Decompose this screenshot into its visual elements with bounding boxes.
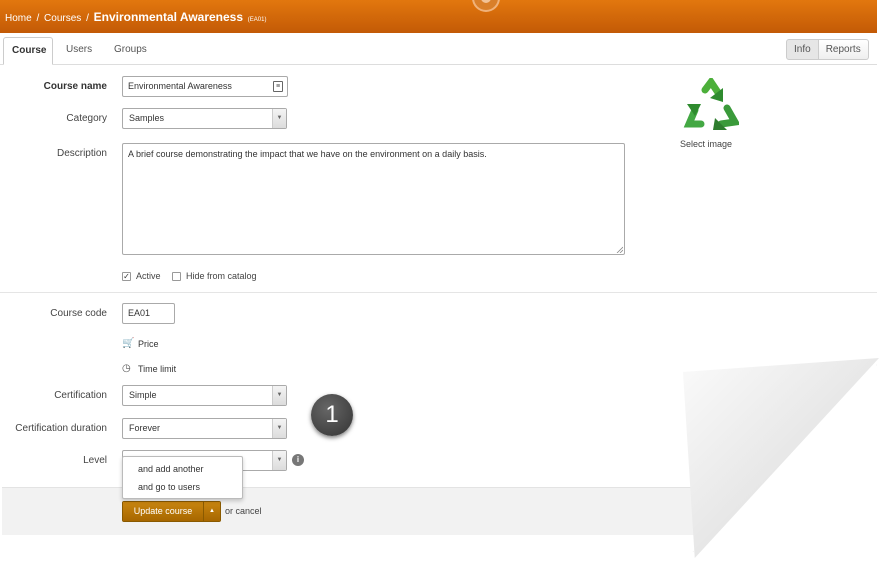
breadcrumb-courses[interactable]: Courses [44, 13, 81, 24]
checkbox-checked-icon: ✓ [122, 271, 131, 281]
description-value: A brief course demonstrating the impact … [128, 149, 487, 159]
section-divider [0, 292, 877, 293]
menu-item-add-another[interactable]: and add another [138, 464, 204, 474]
course-code-label: Course code [50, 308, 107, 319]
view-toggle-group: Info Reports [786, 39, 869, 60]
course-code-input[interactable]: EA01 [122, 303, 175, 324]
tab-users[interactable]: Users [58, 37, 100, 65]
category-value: Samples [129, 113, 165, 123]
certification-label: Certification [54, 390, 107, 401]
info-icon[interactable]: i [292, 454, 304, 466]
tab-course[interactable]: Course [3, 37, 53, 65]
tab-groups[interactable]: Groups [106, 37, 155, 65]
time-limit-toggle[interactable]: ◷ Time limit [122, 363, 176, 374]
select-image-link[interactable]: Select image [680, 139, 732, 149]
level-label: Level [83, 455, 107, 466]
hide-from-catalog-label: Hide from catalog [186, 271, 257, 281]
course-code-value: EA01 [128, 308, 151, 318]
caret-up-icon[interactable]: ▲ [203, 502, 220, 521]
chevron-down-icon: ▼ [272, 419, 286, 438]
certification-select[interactable]: Simple ▼ [122, 385, 287, 406]
active-label: Active [136, 271, 161, 281]
time-limit-label: Time limit [138, 363, 177, 374]
info-button[interactable]: Info [786, 39, 819, 60]
resize-handle-icon[interactable] [616, 246, 623, 253]
active-checkbox[interactable]: ✓ Active [122, 271, 161, 281]
update-course-button[interactable]: Update course [123, 502, 203, 521]
chevron-down-icon: ▼ [272, 451, 286, 470]
recycle-icon[interactable] [683, 78, 739, 134]
price-toggle[interactable]: 🛒 Price [122, 338, 159, 349]
checkbox-unchecked-icon [172, 271, 181, 281]
course-code-badge: (EA01) [247, 17, 267, 23]
page-title: Environmental Awareness [93, 10, 244, 24]
update-course-split-button: Update course ▲ [122, 501, 221, 522]
field-menu-icon[interactable]: ≡ [273, 81, 283, 92]
clock-icon: ◷ [122, 363, 131, 374]
breadcrumb-separator: / [86, 13, 89, 24]
breadcrumb-separator: / [36, 13, 40, 24]
step-number-badge: 1 [311, 394, 353, 436]
category-select[interactable]: Samples ▼ [122, 108, 287, 129]
course-name-label: Course name [43, 81, 107, 92]
cart-icon: 🛒 [122, 338, 135, 349]
course-name-value: Environmental Awareness [128, 81, 232, 91]
course-name-input[interactable]: Environmental Awareness ≡ [122, 76, 288, 97]
update-options-menu: and add another and go to users [122, 456, 243, 499]
category-label: Category [66, 113, 107, 124]
reports-button[interactable]: Reports [818, 39, 869, 60]
certification-duration-value: Forever [129, 423, 161, 433]
description-textarea[interactable]: A brief course demonstrating the impact … [122, 143, 625, 255]
cancel-link[interactable]: or cancel [225, 506, 262, 516]
hide-from-catalog-checkbox[interactable]: Hide from catalog [172, 271, 257, 281]
tab-bar: Course Users Groups [0, 33, 877, 65]
certification-value: Simple [129, 390, 157, 400]
description-label: Description [56, 148, 107, 159]
price-label: Price [138, 338, 159, 349]
page-curl [683, 358, 879, 558]
chevron-down-icon: ▼ [272, 386, 286, 405]
certification-duration-label: Certification duration [15, 423, 107, 434]
top-bar: Home / Courses / Environmental Awareness… [0, 0, 877, 33]
breadcrumb: Home / Courses / Environmental Awareness… [5, 10, 266, 24]
certification-duration-select[interactable]: Forever ▼ [122, 418, 287, 439]
chevron-down-icon: ▼ [272, 109, 286, 128]
breadcrumb-home[interactable]: Home [5, 13, 32, 24]
menu-item-go-to-users[interactable]: and go to users [138, 482, 200, 492]
